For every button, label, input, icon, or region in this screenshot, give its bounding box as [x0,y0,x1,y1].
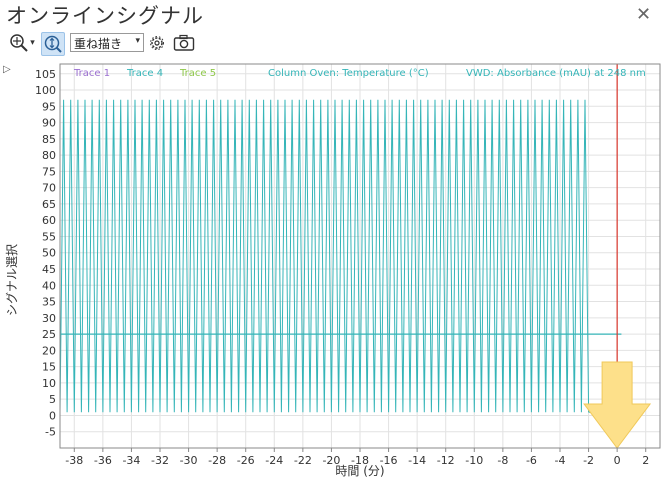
y-tick-label: 50 [42,247,56,260]
x-tick-label: -10 [465,454,483,467]
settings-button[interactable] [147,32,167,54]
now-arrow-icon [583,361,652,449]
y-tick-label: 0 [49,409,56,422]
y-tick-label: 40 [42,279,56,292]
chart-grid [60,64,660,448]
chevron-down-icon[interactable]: ▾ [30,38,35,48]
y-tick-label: 100 [35,84,56,97]
y-tick-label: 15 [42,361,56,374]
x-tick-label: -2 [583,454,594,467]
x-tick-label: -24 [265,454,283,467]
y-axis-ticks: -5 0 5 10 15 20 25 30 35 40 45 50 55 60 65 70 75 80 85 90 95… [35,68,56,439]
y-tick-label: 10 [42,377,56,390]
x-tick-label: -22 [294,454,312,467]
x-tick-label: -16 [380,454,398,467]
x-tick-label: -14 [408,454,426,467]
panel-expander-icon[interactable]: ▷ [3,64,11,75]
x-tick-label: -12 [437,454,455,467]
chart-markers [583,64,652,449]
x-tick-label: -26 [237,454,255,467]
x-tick-label: -18 [351,454,369,467]
y-tick-label: 30 [42,312,56,325]
y-tick-label: 65 [42,198,56,211]
snapshot-button[interactable] [172,32,196,54]
absorbance-series-line [59,99,590,413]
chart-series [59,99,622,413]
chevron-down-icon: ▾ [135,36,140,46]
y-tick-label: 70 [42,182,56,195]
vertical-autoscale-icon [44,35,62,53]
x-tick-label: -28 [208,454,226,467]
legend-entry: Trace 1 [73,68,110,79]
y-tick-label: 85 [42,133,56,146]
plot-frame [59,63,661,449]
y-tick-label: 45 [42,263,56,276]
y-tick-label: 5 [49,393,56,406]
y-tick-label: 60 [42,214,56,227]
x-tick-label: -4 [555,454,566,467]
y-tick-label: 20 [42,344,56,357]
gear-icon [150,36,164,50]
legend-entry: Column Oven: Temperature (°C) [268,68,429,79]
overlay-mode-select[interactable]: 重ね描き ▾ [70,33,144,52]
x-tick-label: 2 [642,454,649,467]
legend-entry: VWD: Absorbance (mAU) at 248 nm [466,68,646,79]
x-axis-ticks: -38 -36 -34 -32 -30 -28 -26 -24 -22 -20 -18 -16 -14-… [65,448,649,467]
overlay-mode-value: 重ね描き [74,37,123,51]
y-tick-label: 95 [42,100,56,113]
x-tick-label: -32 [151,454,169,467]
x-tick-label: -38 [65,454,83,467]
y-tick-label: 75 [42,165,56,178]
y-axis-label: シグナル選択 [5,244,19,316]
y-tick-label: 55 [42,230,56,243]
y-tick-label: 80 [42,149,56,162]
x-tick-label: -36 [94,454,112,467]
toolbar: ▾ 重ね描き ▾ [6,32,226,56]
y-tick-label: 25 [42,328,56,341]
signal-chart[interactable]: Trace 1 Trace 4 Trace 5 Column Oven: Temper… [0,0,664,479]
y-tick-label: 35 [42,296,56,309]
legend-entry: Trace 4 [126,68,163,79]
x-tick-label: -34 [122,454,140,467]
window-title: オンラインシグナル [6,4,204,28]
zoom-button[interactable]: ▾ [6,32,38,54]
autoscale-button[interactable] [41,32,65,56]
chart-legend: Trace 1 Trace 4 Trace 5 Column Oven: Temper… [73,68,646,79]
x-tick-label: -30 [180,454,198,467]
x-tick-label: 0 [614,454,621,467]
camera-icon [173,34,195,51]
zoom-crosshair-icon [10,34,28,52]
x-tick-label: -6 [526,454,537,467]
x-tick-label: -8 [497,454,508,467]
x-tick-label: -20 [322,454,340,467]
y-tick-label: 90 [42,117,56,130]
legend-entry: Trace 5 [179,68,216,79]
y-tick-label: -5 [45,426,56,439]
close-icon[interactable]: ✕ [636,4,651,25]
plot-background [60,64,660,448]
y-tick-label: 105 [35,68,56,81]
x-axis-label: 時間 (分) [335,464,384,478]
